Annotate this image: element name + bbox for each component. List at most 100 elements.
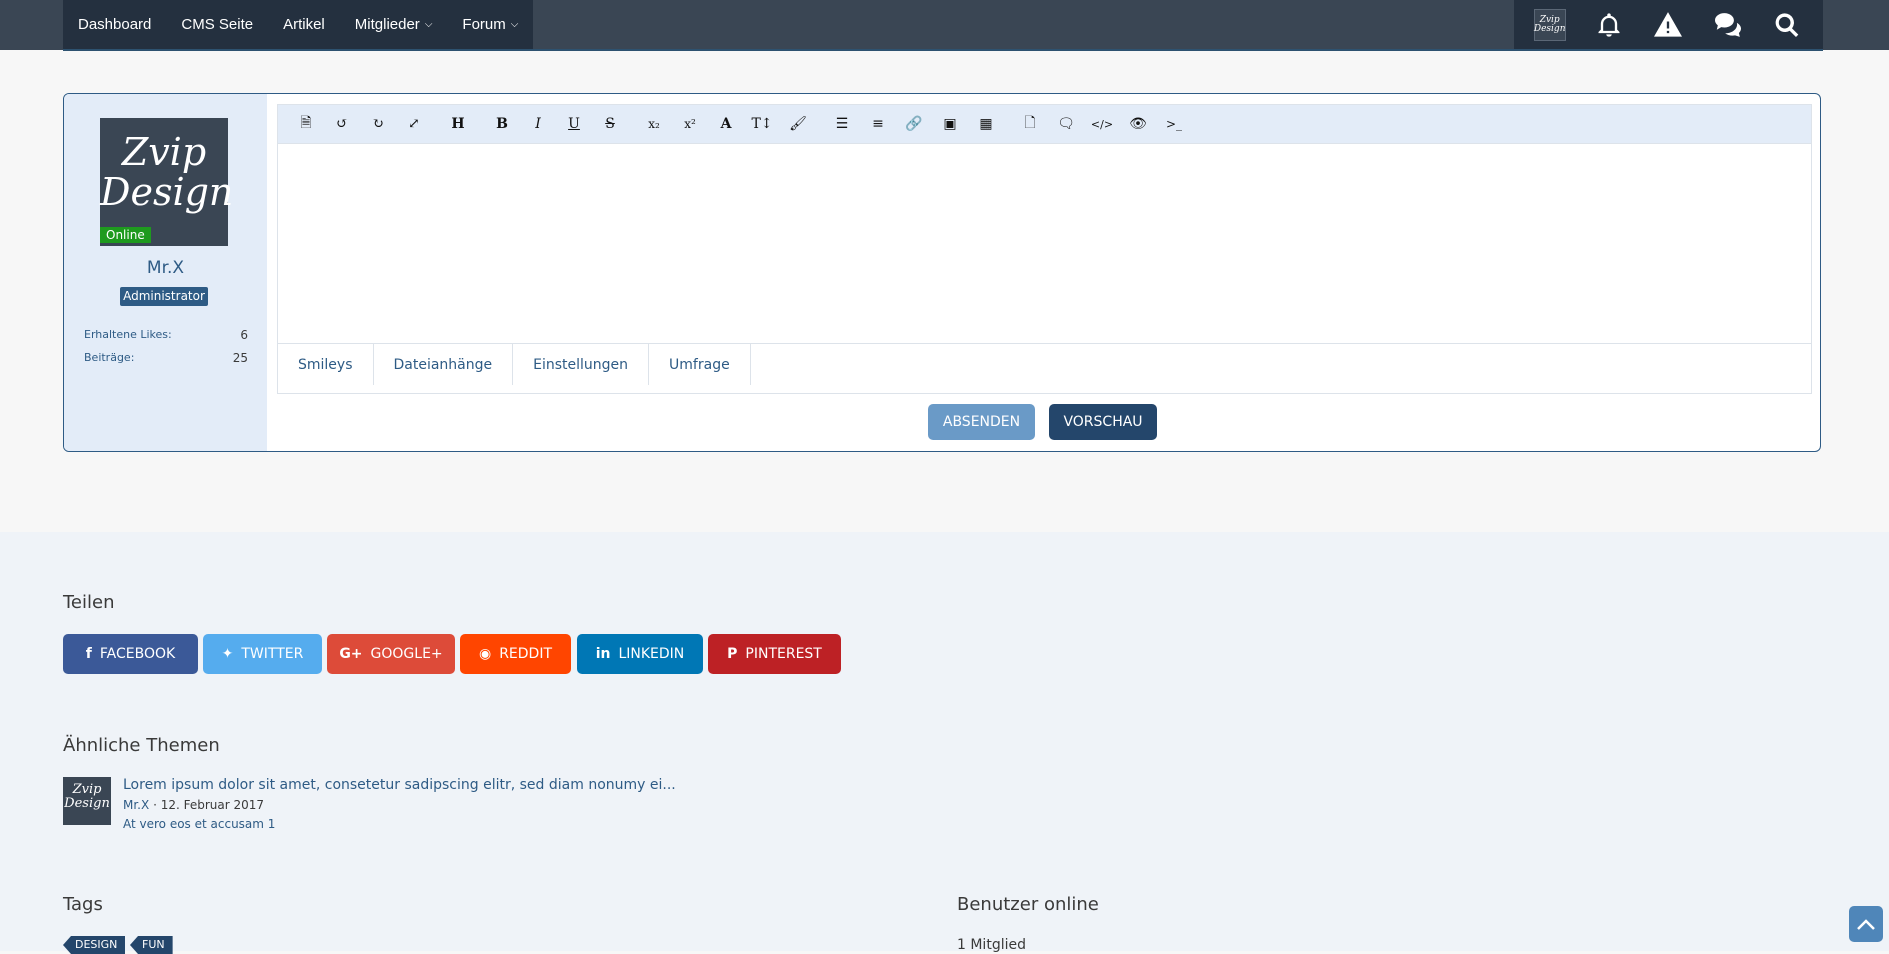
linkedin-icon: in [595,646,611,662]
share-label: TWITTER [241,646,304,662]
search-icon[interactable] [1771,9,1803,41]
bold-icon[interactable]: B [484,109,520,139]
stat-label: Erhaltene Likes: [84,328,172,341]
googleplus-icon: G+ [339,646,363,662]
chevron-down-icon: ⌵ [510,19,519,30]
tags-heading: Tags [63,894,103,915]
similar-threads-heading: Ähnliche Themen [63,735,220,756]
paintbrush-icon[interactable]: 🖌 [780,109,816,139]
editor-tabs: Smileys Dateianhänge Einstellungen Umfra… [278,343,1811,385]
meta-separator: · [153,798,161,812]
nav-item-label: Forum [462,16,506,33]
font-color-icon[interactable]: A [708,109,744,139]
online-status-badge: Online [100,227,151,243]
linkedin-share-button[interactable]: in LINKEDIN [577,634,703,674]
align-icon[interactable]: ≡ [860,109,896,139]
user-avatar-button[interactable]: Zvip Design [1533,9,1566,41]
stat-posts: Beiträge: 25 [84,351,248,365]
username-link[interactable]: Mr.X [64,258,267,278]
nav-item-forum[interactable]: Forum ⌵ [455,16,525,33]
avatar-logo-text: Zvip Design [100,130,234,214]
stat-likes: Erhaltene Likes: 6 [84,328,248,342]
share-label: PINTEREST [745,646,822,662]
reply-panel: Zvip Design Online Mr.X Administrator Er… [63,93,1821,452]
tab-attachments[interactable]: Dateianhänge [374,344,514,385]
share-heading: Teilen [63,592,115,613]
tab-smileys[interactable]: Smileys [278,344,374,385]
twitter-share-button[interactable]: ✦ TWITTER [203,634,322,674]
user-role-badge: Administrator [120,287,208,306]
pinterest-icon: P [727,646,738,662]
pinterest-share-button[interactable]: P PINTEREST [708,634,841,674]
tag-design[interactable]: DESIGN [63,936,126,954]
table-icon[interactable]: ▦ [968,109,1004,139]
editor-text-area[interactable] [278,143,1811,343]
conversations-icon[interactable] [1712,9,1744,41]
submit-button[interactable]: ABSENDEN [928,404,1035,440]
redo-icon[interactable]: ↻ [360,109,396,139]
spoiler-icon[interactable]: 👁 [1120,109,1156,139]
main-menu: Dashboard CMS Seite Artikel Mitglieder ⌵ … [63,0,534,50]
heading-icon[interactable]: H [440,109,476,139]
avatar-logo-text: Zvip Design [64,782,110,811]
facebook-share-button[interactable]: f FACEBOOK [63,634,198,674]
facebook-icon: f [85,646,92,662]
tab-settings[interactable]: Einstellungen [513,344,650,385]
stat-value: 6 [240,328,248,342]
editor-toolbar: 🗎 ↺ ↻ ⤢ H B I U S x₂ x² A T↕ 🖌 ☰ ≡ 🔗 ▣ ▦… [278,105,1811,143]
superscript-icon[interactable]: x² [672,109,708,139]
header-divider [63,49,1823,51]
tab-poll[interactable]: Umfrage [649,344,751,385]
wysiwyg-editor: 🗎 ↺ ↻ ⤢ H B I U S x₂ x² A T↕ 🖌 ☰ ≡ 🔗 ▣ ▦… [277,104,1812,394]
author-sidebar: Zvip Design Online Mr.X Administrator Er… [64,94,267,451]
avatar-logo-text: Zvip Design [1533,15,1566,34]
undo-icon[interactable]: ↺ [324,109,360,139]
chevron-down-icon: ⌵ [424,19,433,30]
nav-item-artikel[interactable]: Artikel [276,16,332,33]
subscript-icon[interactable]: x₂ [636,109,672,139]
footer-boxes [0,532,1889,951]
share-label: GOOGLE+ [370,646,443,662]
underline-icon[interactable]: U [556,109,592,139]
top-navigation-bar: Dashboard CMS Seite Artikel Mitglieder ⌵ … [0,0,1889,50]
similar-thread-author[interactable]: Mr.X [123,798,149,812]
stat-label: Beiträge: [84,351,135,364]
bell-icon[interactable] [1593,9,1625,41]
nav-item-dashboard[interactable]: Dashboard [71,16,158,33]
nav-item-cms-seite[interactable]: CMS Seite [174,16,260,33]
code-icon[interactable]: </> [1084,109,1120,139]
users-online-heading: Benutzer online [957,894,1099,915]
similar-thread-meta: Mr.X · 12. Februar 2017 [123,798,264,812]
nav-item-label: Dashboard [78,16,152,33]
scroll-to-top-button[interactable] [1849,906,1883,942]
reddit-icon: ◉ [478,646,492,662]
list-icon[interactable]: ☰ [824,109,860,139]
tag-fun[interactable]: FUN [130,936,173,954]
share-label: FACEBOOK [99,646,176,662]
similar-thread-link[interactable]: Lorem ipsum dolor sit amet, consetetur s… [123,777,676,793]
preview-button[interactable]: VORSCHAU [1049,404,1157,440]
nav-item-mitglieder[interactable]: Mitglieder ⌵ [348,16,440,33]
link-icon[interactable]: 🔗 [896,109,932,139]
font-size-icon[interactable]: T↕ [744,109,780,139]
similar-thread-date: 12. Februar 2017 [160,798,265,812]
nav-item-label: Mitglieder [354,16,420,33]
share-label: REDDIT [499,646,553,662]
user-panel-icons: Zvip Design [1514,0,1823,50]
twitter-icon: ✦ [221,646,234,662]
image-icon[interactable]: ▣ [932,109,968,139]
inline-code-icon[interactable]: >_ [1156,109,1192,139]
italic-icon[interactable]: I [520,109,556,139]
source-icon[interactable]: 🗎 [288,109,324,139]
warning-icon[interactable] [1652,9,1684,41]
share-label: LINKEDIN [618,646,685,662]
quote-icon[interactable]: 🗨 [1048,109,1084,139]
page-icon[interactable]: 🗋 [1012,109,1048,139]
avatar[interactable]: Zvip Design [63,777,111,825]
stat-value: 25 [232,351,248,365]
strikethrough-icon[interactable]: S [592,109,628,139]
reddit-share-button[interactable]: ◉ REDDIT [460,634,571,674]
fullscreen-icon[interactable]: ⤢ [396,109,432,139]
similar-thread-board-link[interactable]: At vero eos et accusam 1 [123,817,275,831]
googleplus-share-button[interactable]: G+ GOOGLE+ [327,634,455,674]
